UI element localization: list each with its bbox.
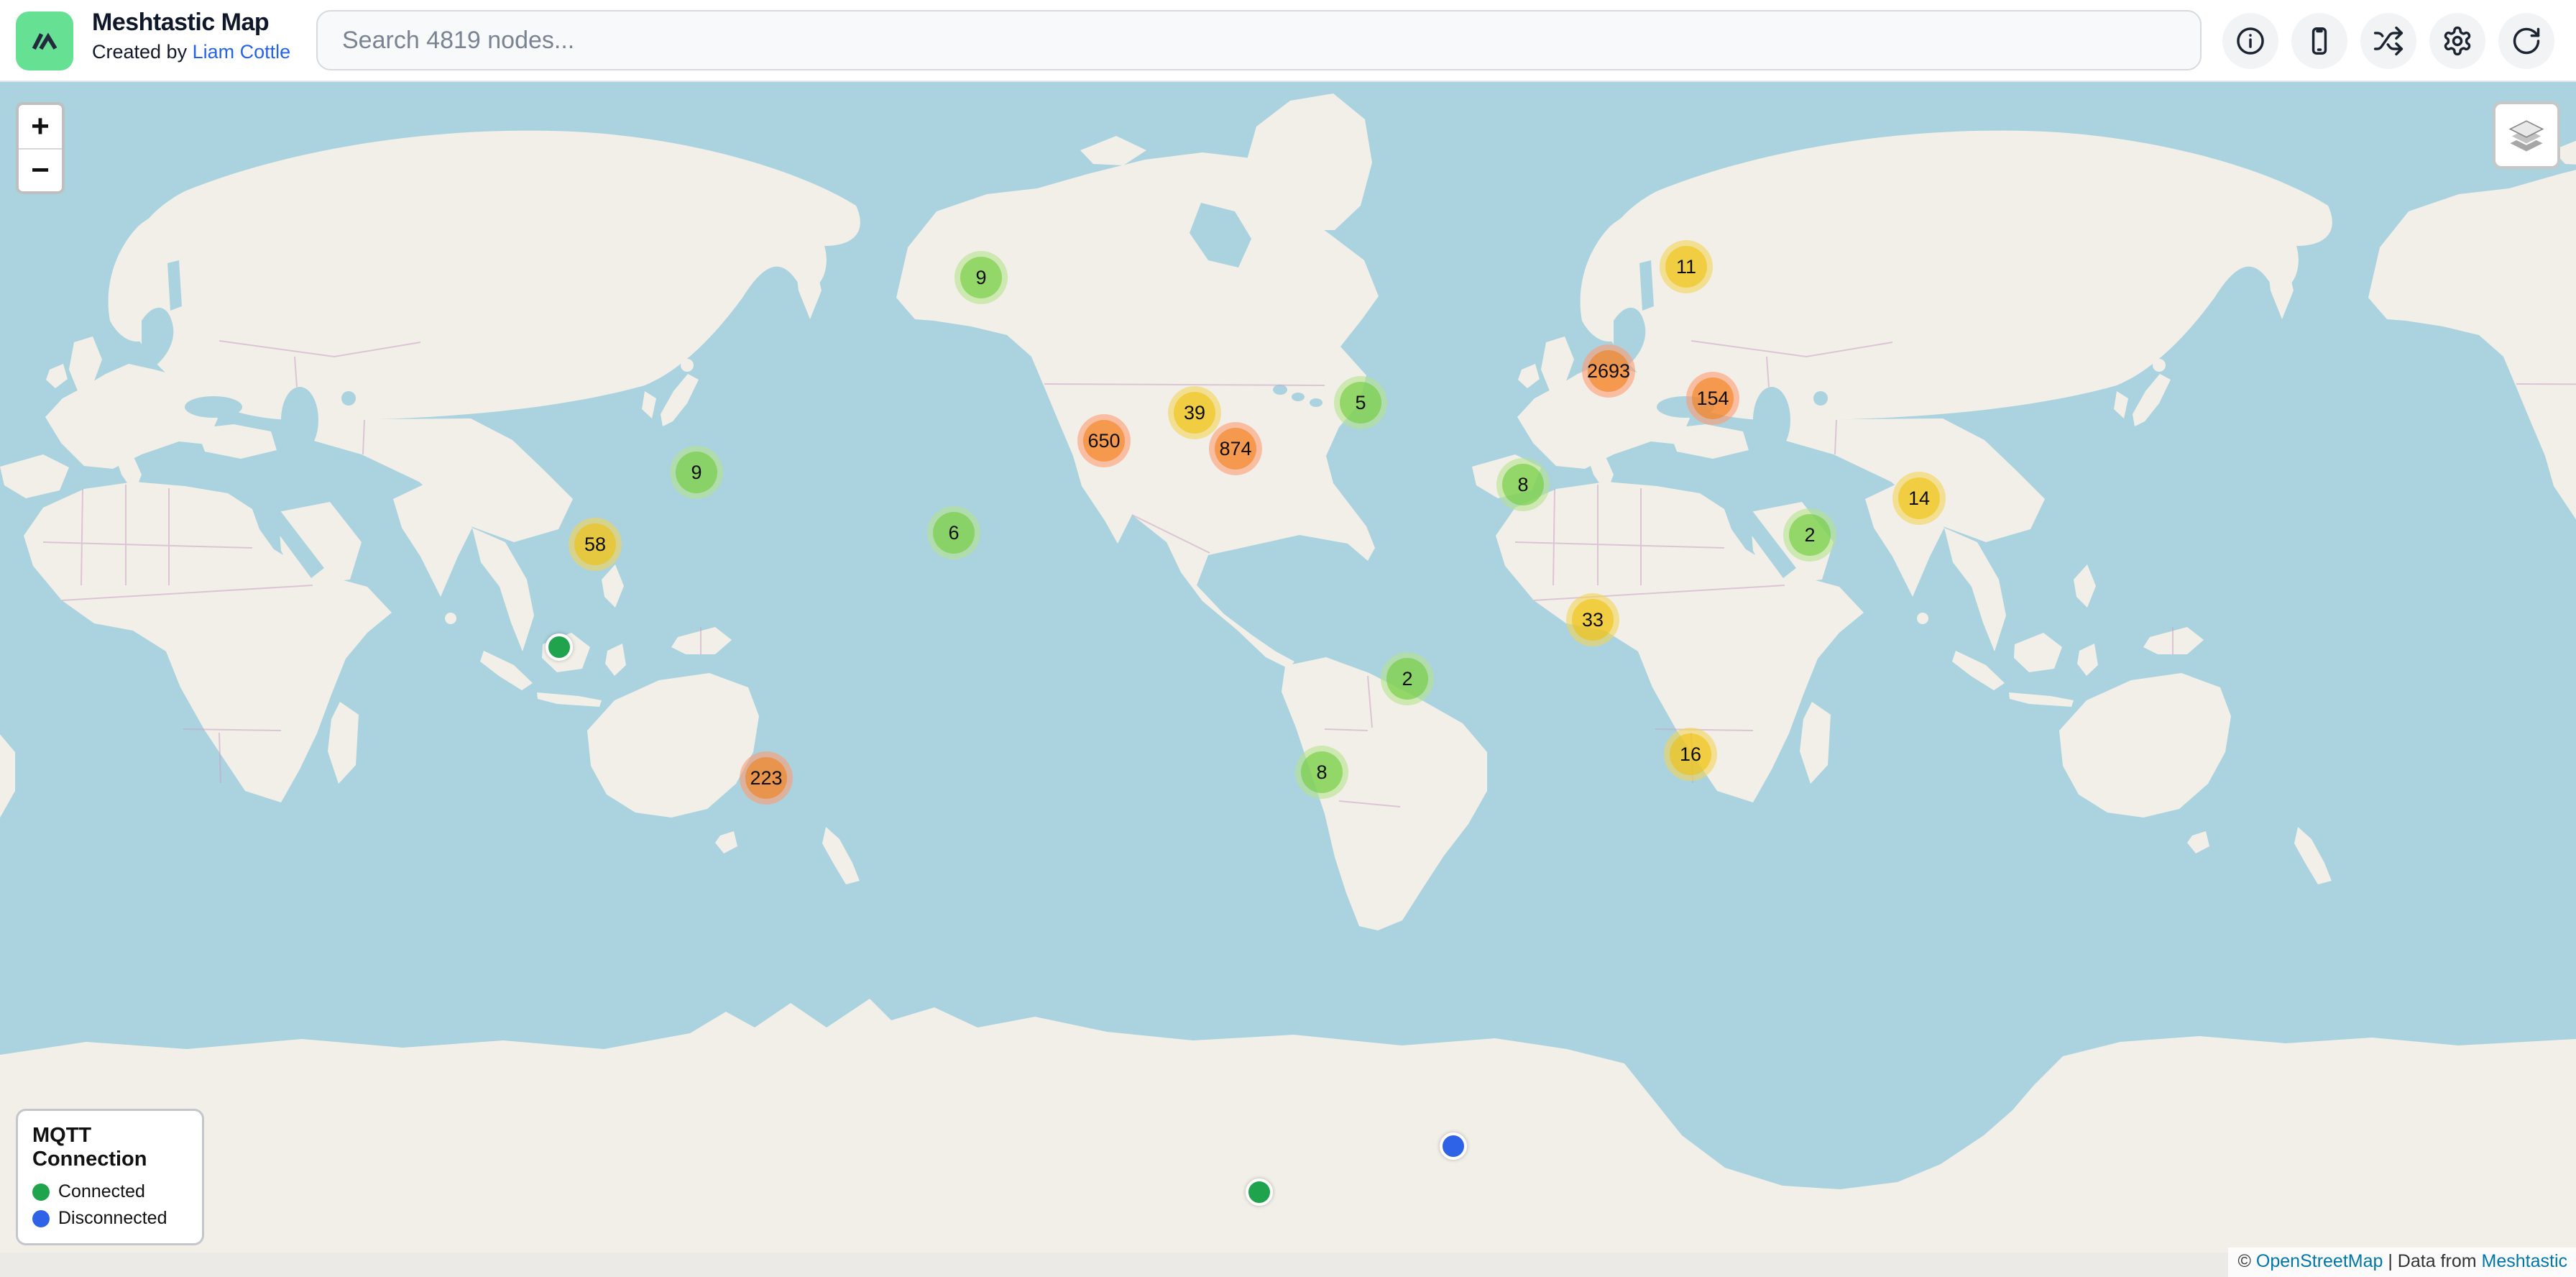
node-cluster-count: 8: [1301, 751, 1343, 793]
author-link[interactable]: Liam Cottle: [193, 41, 291, 63]
node-marker-connected[interactable]: [1246, 1178, 1273, 1206]
zoom-control: + −: [16, 102, 65, 194]
node-cluster[interactable]: 16: [1664, 728, 1717, 781]
node-cluster[interactable]: 9: [954, 251, 1008, 304]
device-button[interactable]: [2291, 13, 2347, 69]
legend-item-disconnected: Disconnected: [32, 1208, 188, 1229]
meshtastic-link[interactable]: Meshtastic: [2482, 1251, 2567, 1271]
node-cluster-count: 223: [745, 757, 787, 799]
node-cluster[interactable]: 8: [1496, 458, 1550, 511]
meshtastic-logo-icon: [16, 12, 73, 70]
info-icon: [2235, 25, 2266, 57]
node-cluster[interactable]: 33: [1566, 593, 1619, 646]
node-cluster-count: 9: [676, 452, 717, 493]
node-cluster-count: 2693: [1588, 350, 1629, 392]
disconnected-dot-icon: [32, 1210, 50, 1227]
node-cluster-count: 9: [960, 257, 1002, 298]
shuffle-icon: [2373, 25, 2404, 57]
node-cluster[interactable]: 223: [740, 751, 793, 805]
settings-button[interactable]: [2429, 13, 2485, 69]
refresh-icon: [2511, 25, 2542, 57]
legend-item-connected: Connected: [32, 1181, 188, 1202]
node-cluster[interactable]: 8: [1295, 746, 1348, 799]
mqtt-legend: MQTT Connection Connected Disconnected: [16, 1109, 204, 1245]
node-cluster[interactable]: 154: [1686, 372, 1739, 425]
zoom-in-button[interactable]: +: [19, 105, 62, 148]
layers-control[interactable]: [2493, 101, 2560, 169]
node-cluster-count: 33: [1572, 599, 1614, 641]
app-header: Meshtastic Map Created by Liam Cottle: [0, 0, 2576, 82]
legend-title: MQTT Connection: [32, 1124, 188, 1171]
node-cluster-count: 58: [574, 523, 616, 565]
node-cluster-count: 2: [1386, 658, 1428, 700]
node-cluster-count: 2: [1789, 514, 1831, 556]
node-cluster[interactable]: 6: [927, 506, 980, 559]
node-cluster-count: 5: [1340, 382, 1381, 424]
node-cluster[interactable]: 5: [1334, 376, 1387, 429]
node-cluster-count: 650: [1083, 420, 1125, 462]
world-map-graphic: [0, 82, 2576, 1277]
toolbar: [2222, 13, 2554, 69]
node-marker-connected[interactable]: [546, 633, 573, 661]
node-cluster-count: 874: [1215, 428, 1256, 470]
layers-icon: [2504, 113, 2549, 157]
map-canvas[interactable]: + − 9 39 650 874 5 2693 154 11 9 58 6 8 2 14 33 16 2 8 223…: [0, 82, 2576, 1277]
phone-icon: [2304, 25, 2335, 57]
node-cluster-count: 16: [1670, 733, 1711, 775]
node-cluster[interactable]: 11: [1660, 240, 1713, 293]
node-cluster[interactable]: 58: [569, 518, 622, 571]
node-cluster[interactable]: 874: [1209, 422, 1262, 475]
connected-dot-icon: [32, 1184, 50, 1201]
node-cluster[interactable]: 2: [1381, 652, 1434, 705]
node-cluster-count: 6: [933, 512, 975, 554]
node-cluster-count: 154: [1692, 377, 1734, 419]
osm-link[interactable]: OpenStreetMap: [2256, 1251, 2383, 1271]
node-cluster-count: 39: [1174, 392, 1215, 434]
page-title: Meshtastic Map: [92, 9, 290, 37]
node-marker-disconnected[interactable]: [1440, 1132, 1467, 1160]
node-cluster-count: 11: [1665, 246, 1707, 288]
node-cluster-count: 14: [1898, 477, 1940, 519]
search-input[interactable]: [316, 10, 2202, 70]
node-cluster[interactable]: 9: [670, 446, 723, 499]
refresh-button[interactable]: [2498, 13, 2554, 69]
node-cluster[interactable]: 14: [1892, 472, 1946, 525]
map-attribution: © OpenStreetMap | Data from Meshtastic: [2228, 1248, 2576, 1277]
node-cluster[interactable]: 2: [1783, 508, 1836, 562]
app-subtitle: Created by Liam Cottle: [92, 41, 290, 63]
routes-button[interactable]: [2360, 13, 2416, 69]
node-cluster[interactable]: 39: [1168, 386, 1221, 439]
node-cluster[interactable]: 650: [1077, 414, 1131, 467]
zoom-out-button[interactable]: −: [19, 148, 62, 191]
info-button[interactable]: [2222, 13, 2278, 69]
gear-icon: [2442, 25, 2473, 57]
node-cluster[interactable]: 2693: [1582, 344, 1635, 398]
node-cluster-count: 8: [1502, 464, 1544, 505]
